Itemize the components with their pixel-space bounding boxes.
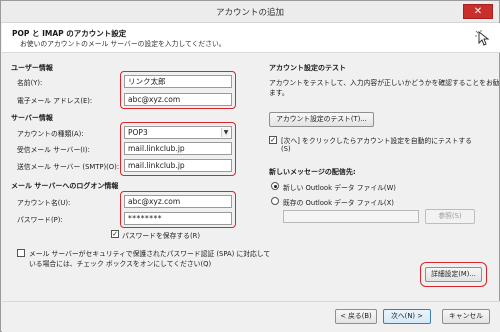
save-password-checkbox[interactable]: ✓: [111, 230, 119, 238]
existing-data-file-label: 既存の Outlook データ ファイル(X): [283, 199, 394, 207]
auto-test-label-line2: (S): [281, 145, 291, 153]
password-label: パスワード(P):: [17, 216, 63, 224]
header-subtitle: お使いのアカウントのメール サーバーの設定を入力してください。: [20, 40, 226, 48]
new-data-file-label: 新しい Outlook データ ファイル(W): [283, 184, 396, 192]
auto-test-checkbox[interactable]: ✓: [269, 136, 277, 144]
close-button[interactable]: ✕: [463, 4, 493, 19]
new-data-file-radio[interactable]: [271, 182, 279, 190]
title-bar: アカウントの追加 ✕: [1, 1, 499, 23]
spa-label-line2: いる場合には、チェック ボックスをオンにしてください(Q): [29, 260, 212, 268]
dialog-footer: < 戻る(B) 次へ(N) > キャンセル: [2, 301, 500, 332]
browse-button[interactable]: 参照(S): [425, 209, 475, 224]
delivery-section: 新しいメッセージの配信先:: [269, 168, 356, 176]
test-description-line2: ます。: [269, 89, 289, 97]
logon-info-highlight: [120, 191, 236, 228]
cancel-button[interactable]: キャンセル: [442, 309, 490, 324]
spa-checkbox[interactable]: [17, 249, 25, 257]
data-file-path-field[interactable]: [283, 210, 419, 223]
user-info-highlight: [120, 71, 236, 109]
server-info-section: サーバー情報: [11, 114, 53, 122]
logon-info-section: メール サーバーへのログオン情報: [11, 182, 119, 190]
test-account-settings-button[interactable]: アカウント設定のテスト(T)...: [269, 112, 374, 127]
account-test-section: アカウント設定のテスト: [269, 64, 346, 72]
spa-label-line1: メール サーバーがセキュリティで保護されたパスワード認証 (SPA) に対応して: [29, 250, 271, 258]
save-password-label: パスワードを保存する(R): [122, 232, 200, 240]
user-info-section: ユーザー情報: [11, 64, 53, 72]
server-info-highlight: [120, 122, 236, 176]
dialog-header: POP と IMAP のアカウント設定 お使いのアカウントのメール サーバーの設…: [2, 23, 500, 53]
outgoing-server-label: 送信メール サーバー (SMTP)(O):: [17, 163, 120, 171]
back-button[interactable]: < 戻る(B): [335, 309, 377, 324]
account-name-label: アカウント名(U):: [17, 199, 71, 207]
email-label: 電子メール アドレス(E):: [17, 97, 93, 105]
window-title: アカウントの追加: [215, 8, 284, 18]
column-divider: [259, 59, 260, 291]
account-type-label: アカウントの種類(A):: [17, 130, 84, 138]
incoming-server-label: 受信メール サーバー(I):: [17, 146, 90, 154]
next-button[interactable]: 次へ(N) >: [383, 309, 431, 324]
add-account-dialog: アカウントの追加 ✕ POP と IMAP のアカウント設定 お使いのアカウント…: [0, 0, 500, 332]
test-description-line1: アカウントをテストして、入力内容が正しいかどうかを確認することをお勧めし: [269, 79, 500, 87]
auto-test-label-line1: [次へ] をクリックしたらアカウント設定を自動的にテストする: [281, 137, 472, 145]
cursor-click-icon: [475, 30, 490, 46]
name-label: 名前(Y):: [17, 79, 43, 87]
existing-data-file-radio[interactable]: [271, 197, 279, 205]
more-settings-highlight: [420, 262, 487, 287]
